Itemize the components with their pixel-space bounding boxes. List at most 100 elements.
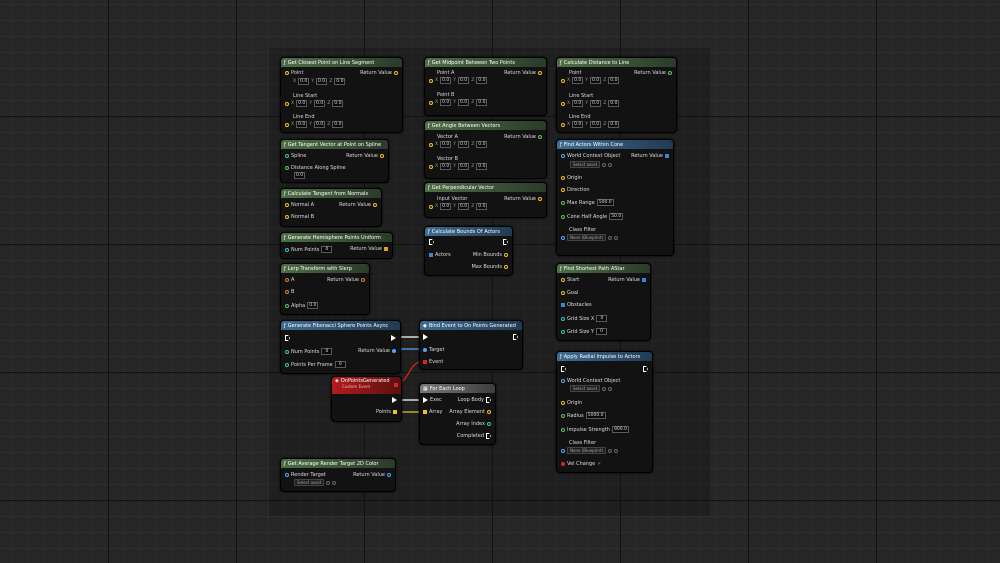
value-field[interactable]: 0.0	[476, 141, 488, 148]
exec-pin-icon[interactable]	[285, 335, 290, 341]
float-pin-icon[interactable]	[561, 214, 565, 219]
pin-goal[interactable]: Goal	[561, 290, 578, 296]
float-pin-icon[interactable]	[561, 200, 565, 205]
pin-return[interactable]: Return Value	[353, 472, 391, 478]
value-field[interactable]: 0.0	[296, 121, 308, 128]
float-pin-icon[interactable]	[561, 413, 565, 418]
search-icon[interactable]	[608, 386, 613, 391]
browse-icon[interactable]	[326, 480, 331, 485]
value-field[interactable]: 0.0	[314, 100, 326, 107]
vector-pin-icon[interactable]	[380, 154, 384, 158]
value-field[interactable]: 0.0	[316, 78, 328, 85]
vector-pin-icon[interactable]	[373, 203, 377, 207]
pin-radius[interactable]: Radius 5000.0	[561, 412, 606, 419]
transform-pin-icon[interactable]	[285, 290, 289, 294]
node-angle-between-vectors[interactable]: ƒ Get Angle Between Vectors Vector A Retu…	[424, 120, 547, 179]
exec-out[interactable]	[513, 334, 518, 340]
object-pin-icon[interactable]	[561, 379, 565, 383]
node-lerp-transform[interactable]: ƒ Lerp Transform with Slerp A Return Valu…	[280, 263, 370, 315]
pin-origin[interactable]: Origin	[561, 175, 582, 181]
transform-pin-icon[interactable]	[285, 278, 289, 282]
pin-world-context[interactable]: World Context Object	[561, 153, 620, 159]
pin-return[interactable]: Return Value	[327, 277, 365, 283]
color-pin-icon[interactable]	[387, 473, 391, 477]
vector-input[interactable]: X 0.0 Y 0.0 Z 0.0	[561, 77, 620, 84]
value-field[interactable]: 0.0	[440, 141, 452, 148]
array-pin-icon[interactable]	[665, 154, 669, 158]
browse-icon[interactable]	[602, 386, 607, 391]
pin-array-element[interactable]: Array Element	[449, 409, 491, 415]
node-tangent-spline[interactable]: ƒ Get Tangent Vector at Point on Spline S…	[280, 139, 389, 183]
class-pin-icon[interactable]	[561, 235, 565, 240]
value-field[interactable]: 0.0	[458, 77, 470, 84]
asset-selector[interactable]: Select asset	[570, 385, 613, 392]
exec-pin-icon[interactable]	[429, 239, 434, 245]
node-render-target-color[interactable]: ƒ Get Average Render Target 2D Color Rend…	[280, 458, 396, 492]
pin-return[interactable]: Return Value	[504, 196, 542, 202]
vector-pin-icon[interactable]	[538, 71, 542, 75]
search-icon[interactable]	[614, 448, 619, 453]
pin-loop-body[interactable]: Loop Body	[458, 397, 491, 403]
exec-in[interactable]	[561, 366, 566, 372]
value-field[interactable]: 0.0	[590, 100, 602, 107]
value-field[interactable]: 0.0	[590, 77, 602, 84]
node-for-each-loop[interactable]: ▦ For Each Loop Exec Loop Body Array Arra…	[419, 383, 496, 445]
array-pin-icon[interactable]	[429, 253, 433, 257]
value-field[interactable]: 0	[334, 361, 346, 368]
node-bounds-of-actors[interactable]: ƒ Calculate Bounds Of Actors Actors Min B…	[424, 226, 513, 276]
vector-pin-icon[interactable]	[285, 101, 289, 106]
vector-input[interactable]: X 0.0 Y 0.0 Z 0.0	[429, 163, 488, 170]
value-field[interactable]: 900.0	[611, 426, 629, 433]
value-field[interactable]: 0.0	[440, 203, 452, 210]
int-pin-icon[interactable]	[561, 316, 565, 321]
value-field[interactable]: 500.0	[596, 199, 614, 206]
vector-pin-icon[interactable]	[429, 142, 433, 147]
exec-out[interactable]	[392, 397, 397, 403]
exec-out[interactable]	[391, 335, 396, 341]
node-shortest-path[interactable]: ƒ Find Shortest Path AStar Start Return V…	[556, 263, 651, 341]
vector-pin-icon[interactable]	[561, 122, 565, 127]
float-pin-icon[interactable]	[285, 166, 289, 170]
value-field[interactable]: 0	[596, 315, 608, 322]
value-field[interactable]: 0.0	[608, 100, 620, 107]
vector-pin-icon[interactable]	[561, 78, 565, 83]
int-pin-icon[interactable]	[285, 362, 289, 367]
class-dropdown[interactable]: None (Blueprint)	[567, 447, 607, 454]
object-pin-icon[interactable]	[423, 348, 427, 352]
value-field[interactable]: 0.0	[314, 121, 326, 128]
int-pin-icon[interactable]	[285, 349, 289, 354]
select-asset-dropdown[interactable]: Select asset	[570, 161, 601, 168]
value-field[interactable]: 0.0	[334, 78, 346, 85]
node-find-actors-within-cone[interactable]: ƒ Find Actors Within Cone World Context O…	[556, 139, 674, 256]
class-pin-icon[interactable]	[561, 448, 565, 453]
node-distance-to-line[interactable]: ƒ Calculate Distance to Line Point Return…	[556, 57, 677, 133]
pin-return[interactable]: Return Value	[360, 70, 398, 76]
float-pin-icon[interactable]	[561, 427, 565, 432]
value-field[interactable]: 0.0	[440, 163, 452, 170]
browse-icon[interactable]	[602, 162, 607, 167]
value-field[interactable]: 0.0	[608, 77, 620, 84]
value-field[interactable]: 0.0	[572, 100, 584, 107]
pin-array-index[interactable]: Array Index	[456, 421, 491, 427]
class-dropdown[interactable]: None (Blueprint)	[567, 234, 607, 241]
exec-pin-icon[interactable]	[561, 366, 566, 372]
vector-input[interactable]: X 0.0 Y 0.0 Z 0.0	[293, 78, 346, 85]
pin-return[interactable]: Return Value	[350, 246, 388, 252]
select-asset-dropdown[interactable]: Select asset	[294, 479, 325, 486]
search-icon[interactable]	[608, 162, 613, 167]
exec-pin-icon[interactable]	[643, 366, 648, 372]
pin-max-bounds[interactable]: Max Bounds	[471, 264, 508, 270]
pin-return[interactable]: Return Value	[504, 134, 542, 140]
asset-selector[interactable]: Select asset	[294, 479, 337, 486]
node-custom-event[interactable]: ◈ OnPointsGenerated Custom Event Points	[331, 376, 402, 422]
pin-normal-a[interactable]: Normal A	[285, 202, 314, 208]
object-pin-icon[interactable]	[392, 349, 396, 353]
asset-selector[interactable]: Select asset	[570, 161, 613, 168]
value-field[interactable]: 0.0	[476, 77, 488, 84]
pin-points-per-frame[interactable]: Points Per Frame 0	[285, 361, 346, 368]
int-pin-icon[interactable]	[561, 329, 565, 334]
pin-half-angle[interactable]: Cone Half Angle 50.0	[561, 213, 624, 220]
vector-input[interactable]: X 0.0 Y 0.0 Z 0.0	[429, 141, 488, 148]
vector-pin-icon[interactable]	[285, 203, 289, 207]
vector-input[interactable]: X 0.0 Y 0.0 Z 0.0	[285, 121, 344, 128]
